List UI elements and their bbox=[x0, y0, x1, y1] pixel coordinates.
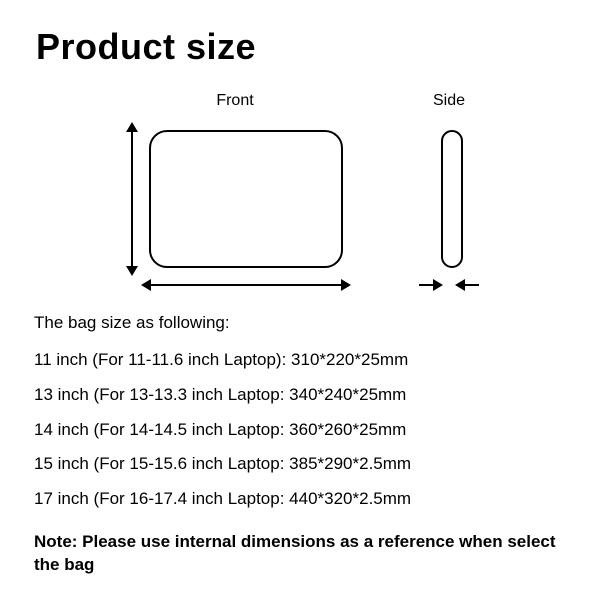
size-lead: The bag size as following: bbox=[34, 306, 566, 341]
page: { "title": "Product size", "views": { "f… bbox=[0, 0, 600, 577]
front-figure bbox=[121, 124, 349, 296]
front-label: Front bbox=[216, 92, 253, 110]
front-outline bbox=[149, 130, 343, 268]
width-dimension-arrow bbox=[149, 284, 343, 286]
side-outline bbox=[441, 130, 463, 268]
side-column: Side bbox=[419, 92, 479, 296]
thickness-arrow-left bbox=[419, 284, 437, 286]
size-row: 15 inch (For 15-15.6 inch Laptop: 385*29… bbox=[34, 447, 566, 482]
side-figure bbox=[419, 124, 479, 296]
size-row: 17 inch (For 16-17.4 inch Laptop: 440*32… bbox=[34, 482, 566, 517]
thickness-arrow-right bbox=[461, 284, 479, 286]
note: Note: Please use internal dimensions as … bbox=[34, 531, 566, 577]
size-row: 14 inch (For 14-14.5 inch Laptop: 360*26… bbox=[34, 413, 566, 448]
side-label: Side bbox=[433, 92, 465, 110]
diagram: Front Side bbox=[34, 92, 566, 296]
size-row: 11 inch (For 11-11.6 inch Laptop): 310*2… bbox=[34, 343, 566, 378]
page-title: Product size bbox=[36, 26, 566, 68]
front-column: Front bbox=[121, 92, 349, 296]
height-dimension-arrow bbox=[131, 130, 133, 268]
size-row: 13 inch (For 13-13.3 inch Laptop: 340*24… bbox=[34, 378, 566, 413]
size-list: The bag size as following: 11 inch (For … bbox=[34, 306, 566, 517]
